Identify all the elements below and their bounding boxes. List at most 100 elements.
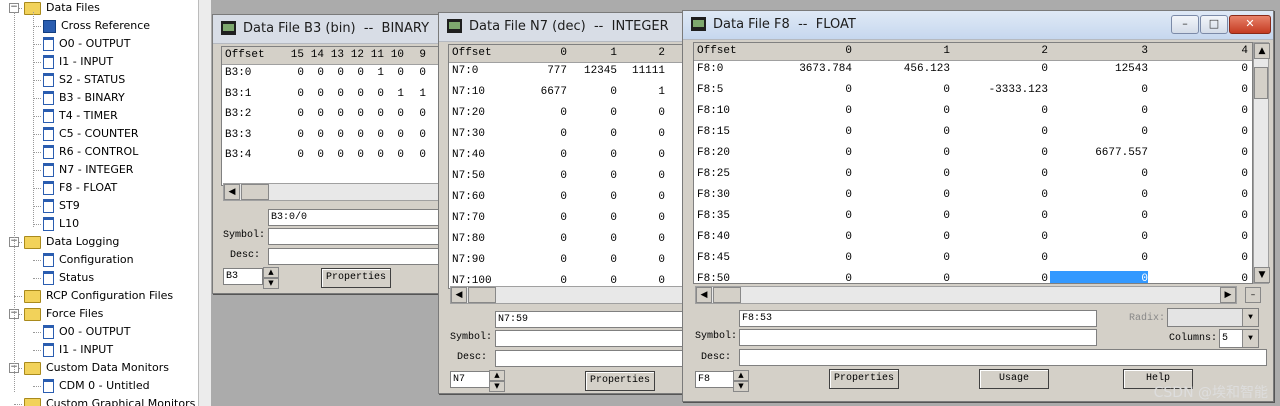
table-cell[interactable]: 777: [511, 63, 567, 80]
tree-item[interactable]: B3 - BINARY: [43, 89, 125, 107]
scroll-left-icon[interactable]: ◀: [451, 287, 467, 303]
tree-scrollbar[interactable]: [198, 0, 211, 406]
tree-item[interactable]: O0 - OUTPUT: [43, 323, 130, 341]
f8-desc-field[interactable]: [739, 349, 1267, 366]
table-cell[interactable]: 0: [404, 127, 426, 144]
scroll-down-icon[interactable]: ▼: [1254, 267, 1270, 283]
table-cell[interactable]: 0: [617, 168, 665, 185]
table-cell[interactable]: 0: [404, 65, 426, 82]
b3-file-field[interactable]: B3: [223, 268, 263, 285]
table-cell[interactable]: 0: [567, 126, 617, 143]
table-cell[interactable]: 0: [384, 127, 404, 144]
b3-desc-field[interactable]: [268, 248, 452, 265]
f8-address-field[interactable]: F8:53: [739, 310, 1097, 327]
table-cell[interactable]: 11111: [617, 63, 665, 80]
tree-item[interactable]: L10: [43, 215, 79, 233]
table-cell[interactable]: 0: [1050, 166, 1148, 183]
table-cell[interactable]: 0: [1148, 271, 1248, 283]
tree-item[interactable]: C5 - COUNTER: [43, 125, 139, 143]
table-cell[interactable]: 0: [852, 208, 950, 225]
maximize-icon[interactable]: □: [1200, 15, 1228, 34]
scroll-left-icon[interactable]: ◀: [696, 287, 712, 303]
table-cell[interactable]: 0: [1148, 250, 1248, 267]
n7-properties-button[interactable]: Properties: [585, 371, 655, 391]
f8-scroll-thumb[interactable]: [713, 287, 741, 303]
table-cell[interactable]: 0: [282, 147, 304, 164]
table-cell[interactable]: 3673.784: [758, 61, 852, 78]
table-cell[interactable]: 0: [758, 103, 852, 120]
table-cell[interactable]: 0: [950, 229, 1048, 246]
scroll-left-icon[interactable]: ◀: [224, 184, 240, 200]
table-cell[interactable]: 0: [511, 210, 567, 227]
table-cell[interactable]: 0: [1148, 229, 1248, 246]
spin-up-icon[interactable]: ▲: [263, 267, 279, 278]
table-cell[interactable]: 0: [617, 126, 665, 143]
table-cell[interactable]: 456.123: [852, 61, 950, 78]
table-cell[interactable]: 0: [1148, 103, 1248, 120]
n7-file-spinner[interactable]: ▲ ▼: [489, 370, 505, 392]
minimize-icon[interactable]: –: [1171, 15, 1199, 34]
n7-address-field[interactable]: N7:59: [495, 311, 691, 328]
table-cell[interactable]: 0: [511, 168, 567, 185]
spin-down-icon[interactable]: ▼: [733, 381, 749, 392]
table-cell[interactable]: 0: [950, 271, 1048, 283]
table-cell[interactable]: 0: [852, 166, 950, 183]
table-cell[interactable]: 0: [617, 252, 665, 269]
table-cell[interactable]: 0: [384, 147, 404, 164]
table-cell[interactable]: 0: [567, 168, 617, 185]
table-cell[interactable]: 0: [1050, 124, 1148, 141]
b3-data-grid[interactable]: Offset 15 14 13 12 11 10 9 B3:0 0 0 0 0 1 0 0 B3:1 0 0 0 0 0 1…: [221, 46, 451, 186]
f8-symbol-field[interactable]: [739, 329, 1097, 346]
table-cell[interactable]: 0: [852, 250, 950, 267]
tree-item[interactable]: CDM 0 - Untitled: [43, 377, 150, 395]
b3-horizontal-scrollbar[interactable]: ◀: [223, 183, 449, 201]
table-cell[interactable]: 0: [364, 86, 384, 103]
table-cell[interactable]: 0: [567, 252, 617, 269]
scroll-right-icon[interactable]: ▶: [1220, 287, 1236, 303]
table-cell[interactable]: 0: [617, 231, 665, 248]
table-cell[interactable]: 0: [282, 86, 304, 103]
table-cell[interactable]: 0: [1148, 82, 1248, 99]
table-cell[interactable]: 0: [950, 145, 1048, 162]
n7-scroll-thumb[interactable]: [468, 287, 496, 303]
table-cell[interactable]: 0: [758, 187, 852, 204]
table-cell[interactable]: 0: [344, 106, 364, 123]
b3-title-bar[interactable]: Data File B3 (bin) -- BINARY: [213, 15, 453, 44]
table-cell[interactable]: 0: [304, 86, 324, 103]
table-cell[interactable]: 0: [758, 145, 852, 162]
table-cell[interactable]: 0: [511, 147, 567, 164]
b3-symbol-field[interactable]: [268, 228, 452, 245]
tree-item[interactable]: F8 - FLOAT: [43, 179, 117, 197]
table-cell[interactable]: 0: [758, 166, 852, 183]
table-cell[interactable]: 1: [617, 84, 665, 101]
table-cell[interactable]: 0: [567, 84, 617, 101]
table-cell[interactable]: 0: [384, 65, 404, 82]
n7-symbol-field[interactable]: [495, 330, 691, 347]
tree-item[interactable]: R6 - CONTROL: [43, 143, 138, 161]
table-cell[interactable]: 0: [1050, 82, 1148, 99]
tree-item[interactable]: Data Files: [24, 0, 100, 17]
f8-horizontal-scrollbar[interactable]: ◀ ▶: [695, 286, 1237, 304]
table-cell[interactable]: 1: [404, 86, 426, 103]
table-cell[interactable]: 0: [282, 106, 304, 123]
tree-item[interactable]: I1 - INPUT: [43, 53, 113, 71]
n7-integer-window[interactable]: Data File N7 (dec) -- INTEGER Offset 0 1 2 N…: [438, 12, 692, 394]
table-cell[interactable]: 12543: [1050, 61, 1148, 78]
table-cell[interactable]: 0: [567, 210, 617, 227]
table-cell[interactable]: 1: [384, 86, 404, 103]
table-cell[interactable]: 0: [852, 187, 950, 204]
tree-item[interactable]: I1 - INPUT: [43, 341, 113, 359]
table-cell[interactable]: 0: [1050, 187, 1148, 204]
f8-columns-select[interactable]: 5 ▼: [1219, 329, 1259, 348]
f8-title-bar[interactable]: Data File F8 -- FLOAT – □ ✕: [683, 11, 1273, 40]
table-cell[interactable]: 0: [344, 127, 364, 144]
table-cell[interactable]: 0: [950, 166, 1048, 183]
table-cell[interactable]: 0: [1148, 124, 1248, 141]
table-cell[interactable]: 0: [511, 126, 567, 143]
tree-item[interactable]: RCP Configuration Files: [24, 287, 173, 305]
table-cell[interactable]: 0: [324, 65, 344, 82]
table-cell[interactable]: -3333.123: [950, 82, 1048, 99]
dropdown-arrow-icon[interactable]: ▼: [1242, 309, 1258, 326]
table-cell[interactable]: 1: [364, 65, 384, 82]
spin-up-icon[interactable]: ▲: [733, 370, 749, 381]
